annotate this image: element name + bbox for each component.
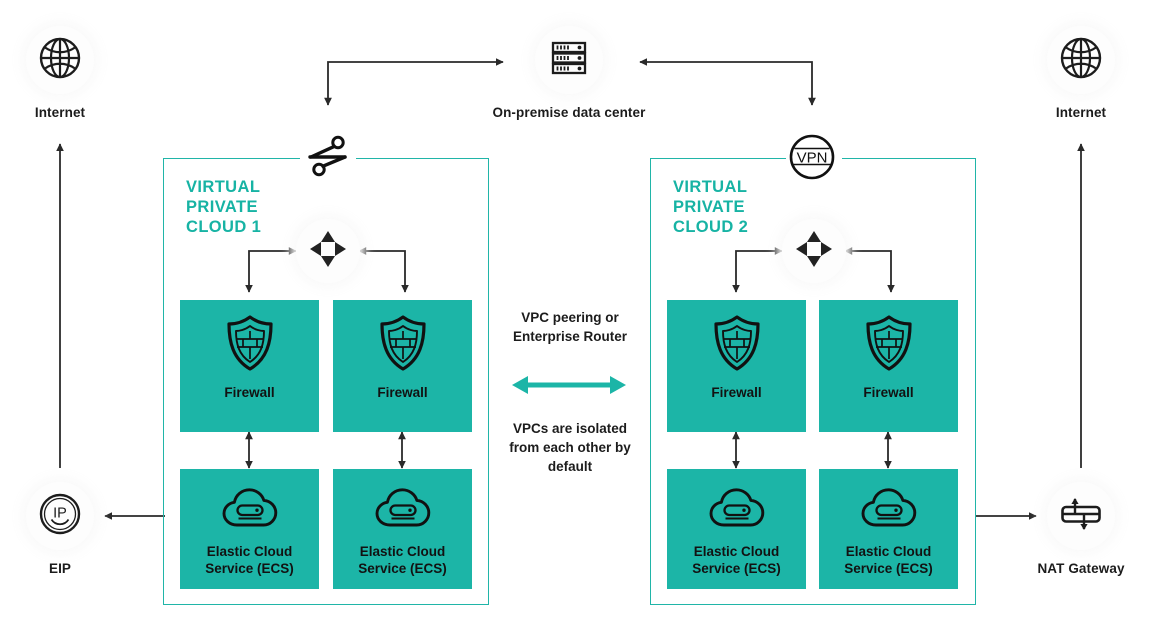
double-headed-arrow-icon: [512, 376, 626, 394]
cloud-server-icon: [221, 487, 279, 536]
vpc2-router-icon-badge: [782, 219, 846, 283]
diagram-canvas: Internet Internet On-premise data center…: [0, 0, 1152, 630]
vpc1-firewall-1-tile[interactable]: Firewall: [180, 300, 319, 432]
ip-circle-icon: IP: [36, 490, 84, 543]
on-premise-icon-badge: [535, 26, 603, 94]
vpc1-router-icon-badge: [296, 219, 360, 283]
vpc2-firewall-1-label: Firewall: [711, 385, 762, 400]
vpc1-ecs-2-tile[interactable]: Elastic Cloud Service (ECS): [333, 469, 472, 589]
globe-icon: [37, 35, 83, 86]
vpc2-ecs-2-tile[interactable]: Elastic Cloud Service (ECS): [819, 469, 958, 589]
server-rack-icon: [547, 36, 591, 85]
vpc2-firewall-2-tile[interactable]: Firewall: [819, 300, 958, 432]
vpc1-firewall-2-tile[interactable]: Firewall: [333, 300, 472, 432]
vpc1-ecs-1-tile[interactable]: Elastic Cloud Service (ECS): [180, 469, 319, 589]
vpc2-ecs-1-label: Elastic Cloud Service (ECS): [692, 544, 781, 576]
nat-gateway-icon-badge: [1047, 482, 1115, 550]
globe-icon: [1058, 35, 1104, 86]
direct-connect-switch-icon: [301, 131, 355, 181]
vpc1-firewall-1-label: Firewall: [224, 385, 275, 400]
cloud-server-icon: [708, 487, 766, 536]
nat-gateway-icon: [1058, 491, 1104, 542]
nat-gateway-label: NAT Gateway: [1037, 561, 1125, 576]
shield-firewall-icon: [711, 314, 763, 377]
vpc-peering-note: VPC peering or Enterprise Router: [512, 310, 628, 345]
shield-firewall-icon: [377, 314, 429, 377]
vpc2-ecs-1-tile[interactable]: Elastic Cloud Service (ECS): [667, 469, 806, 589]
router-icon: [790, 225, 838, 278]
left-internet-icon-badge: [26, 26, 94, 94]
arrow-onpremise-to-vpn: [639, 58, 816, 106]
svg-text:IP: IP: [53, 505, 67, 521]
router-icon: [304, 225, 352, 278]
cloud-server-icon: [860, 487, 918, 536]
cloud-server-icon: [374, 487, 432, 536]
vpc2-ecs-2-label: Elastic Cloud Service (ECS): [844, 544, 933, 576]
vpc2-firewall-1-tile[interactable]: Firewall: [667, 300, 806, 432]
vpn-circle-icon: VPN: [786, 131, 838, 183]
right-internet-label: Internet: [1055, 105, 1107, 120]
eip-icon-badge: IP: [26, 482, 94, 550]
vpc1-ecs-2-label: Elastic Cloud Service (ECS): [358, 544, 447, 576]
shield-firewall-icon: [863, 314, 915, 377]
left-internet-label: Internet: [34, 105, 86, 120]
eip-label: EIP: [48, 561, 72, 576]
on-premise-label: On-premise data center: [492, 105, 646, 120]
arrow-directconnect-to-onpremise: [324, 58, 504, 106]
right-internet-icon-badge: [1047, 26, 1115, 94]
vpn-icon-text: VPN: [797, 150, 828, 167]
vpc1-ecs-1-label: Elastic Cloud Service (ECS): [205, 544, 294, 576]
vpc1-firewall-2-label: Firewall: [377, 385, 428, 400]
shield-firewall-icon: [224, 314, 276, 377]
vpc2-firewall-2-label: Firewall: [863, 385, 914, 400]
vpc-isolation-note: VPCs are isolated from each other by def…: [509, 421, 631, 475]
